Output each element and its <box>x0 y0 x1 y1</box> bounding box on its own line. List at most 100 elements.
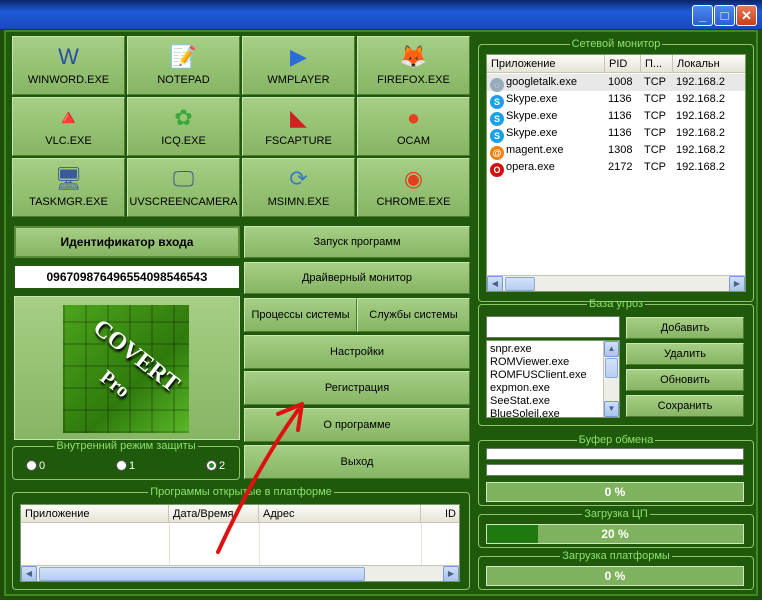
cpu-progress: 20 % <box>486 524 744 544</box>
clipboard-field-2[interactable] <box>486 464 744 476</box>
threat-list[interactable]: snpr.exe ROMViewer.exe ROMFUSClient.exe exp… <box>486 340 620 418</box>
app-button-uvscreencamera[interactable]: 🖵 UVSCREENCAMERA <box>127 158 240 217</box>
add-threat-button[interactable]: Добавить <box>626 317 744 339</box>
network-row[interactable]: S Skype.exe 1136 TCP 192.168.2 <box>487 108 745 126</box>
app-icon: 🖥 <box>54 166 83 191</box>
app-label: ICQ.EXE <box>161 135 206 147</box>
app-button-chrome[interactable]: ◉ CHROME.EXE <box>357 158 470 217</box>
update-threat-button[interactable]: Обновить <box>626 369 744 391</box>
app-button-msimn[interactable]: ⟳ MSIMN.EXE <box>242 158 355 217</box>
login-id-value[interactable]: 09670987649655409854654З <box>14 265 240 289</box>
network-app-name: Skype.exe <box>506 127 558 139</box>
radio-circle <box>26 460 37 471</box>
column-divider <box>169 523 170 567</box>
protection-mode-legend: Внутренний режим защиты <box>56 440 196 452</box>
network-row[interactable]: @ magent.exe 1308 TCP 192.168.2 <box>487 142 745 160</box>
network-row[interactable]: Oopera.exe 2172 TCP 192.168.2 <box>487 159 745 177</box>
network-app-name: googletalk.exe <box>506 76 577 88</box>
network-cell-protocol: TCP <box>644 76 666 88</box>
app-icon: 📝 <box>169 44 198 69</box>
platform-percent: 0 % <box>604 569 626 583</box>
column-divider <box>421 523 422 567</box>
horizontal-scrollbar[interactable]: ◀ ▶ <box>487 275 745 291</box>
cpu-legend: Загрузка ЦП <box>584 508 648 520</box>
app-button-winword[interactable]: W WINWORD.EXE <box>12 36 125 95</box>
scroll-left-icon[interactable]: ◀ <box>21 566 37 581</box>
app-button-vlc[interactable]: 🔺 VLC.EXE <box>12 97 125 156</box>
delete-threat-button[interactable]: Удалить <box>626 343 744 365</box>
app-icon: ◉ <box>403 166 424 191</box>
network-cell-pid: 2172 <box>608 161 633 173</box>
registration-button[interactable]: Регистрация <box>244 371 470 405</box>
launch-programs-button[interactable]: Запуск программ <box>244 226 470 258</box>
close-button[interactable]: ✕ <box>736 5 757 26</box>
scroll-right-icon[interactable]: ▶ <box>443 566 459 581</box>
column-header-app[interactable]: Приложение <box>21 505 169 523</box>
app-button-firefox[interactable]: 🦊 FIREFOX.EXE <box>357 36 470 95</box>
threat-list-item[interactable]: SeeStat.exe <box>490 395 550 408</box>
scroll-thumb[interactable] <box>505 277 535 291</box>
clipboard-legend: Буфер обмена <box>578 434 654 446</box>
vertical-scrollbar[interactable]: ▲ ▼ <box>603 341 619 417</box>
column-header-datetime[interactable]: Дата/Время <box>169 505 259 523</box>
clipboard-field-1[interactable] <box>486 448 744 460</box>
protection-radio-0[interactable]: 0 <box>26 460 45 472</box>
open-programs-table[interactable]: Приложение Дата/Время Адрес ID ◀ ▶ <box>20 504 460 582</box>
app-button-notepad[interactable]: 📝 NOTEPAD <box>127 36 240 95</box>
about-button[interactable]: О программе <box>244 408 470 442</box>
threat-list-item[interactable]: BlueSoleil.exe <box>490 408 560 417</box>
horizontal-scrollbar[interactable]: ◀ ▶ <box>21 565 459 581</box>
network-monitor-table[interactable]: Приложение PID П... Локальн ◌ googletalk.… <box>486 54 746 292</box>
column-header-local[interactable]: Локальн <box>673 55 745 73</box>
network-cell-local: 192.168.2 <box>676 161 725 173</box>
driver-monitor-button[interactable]: Драйверный монитор <box>244 262 470 294</box>
column-header-address[interactable]: Адрес <box>259 505 421 523</box>
scroll-thumb[interactable] <box>605 358 618 378</box>
app-button-ocam[interactable]: ● OCAM <box>357 97 470 156</box>
threat-input[interactable] <box>486 316 620 338</box>
login-id-title: Идентификатор входа <box>14 226 240 258</box>
save-threat-button[interactable]: Сохранить <box>626 395 744 417</box>
app-label: NOTEPAD <box>157 74 210 86</box>
network-cell-pid: 1136 <box>608 127 632 139</box>
app-label: OCAM <box>397 135 430 147</box>
threat-list-item[interactable]: ROMFUSClient.exe <box>490 369 587 382</box>
protection-radio-1[interactable]: 1 <box>116 460 135 472</box>
radio-label: 1 <box>129 460 136 472</box>
threat-list-item[interactable]: snpr.exe <box>490 343 532 356</box>
scroll-thumb[interactable] <box>39 567 365 581</box>
system-processes-button[interactable]: Процессы системы <box>244 298 357 332</box>
scroll-down-icon[interactable]: ▼ <box>604 401 619 417</box>
maximize-button[interactable]: □ <box>714 5 735 26</box>
app-button-wmplayer[interactable]: ▶ WMPLAYER <box>242 36 355 95</box>
app-label: VLC.EXE <box>45 135 92 147</box>
threat-list-item[interactable]: expmon.exe <box>490 382 550 395</box>
system-services-button[interactable]: Службы системы <box>357 298 470 332</box>
column-header-app[interactable]: Приложение <box>487 55 605 73</box>
column-header-pid[interactable]: PID <box>605 55 641 73</box>
clipboard-percent: 0 % <box>604 485 626 499</box>
app-button-icq[interactable]: ✿ ICQ.EXE <box>127 97 240 156</box>
network-app-name: magent.exe <box>506 144 564 156</box>
minimize-button[interactable]: _ <box>692 5 713 26</box>
app-button-taskmgr[interactable]: 🖥 TASKMGR.EXE <box>12 158 125 217</box>
column-header-protocol[interactable]: П... <box>641 55 673 73</box>
threat-list-item[interactable]: ROMViewer.exe <box>490 356 569 369</box>
network-row[interactable]: S Skype.exe 1136 TCP 192.168.2 <box>487 91 745 109</box>
scroll-left-icon[interactable]: ◀ <box>487 276 503 291</box>
network-cell-protocol: TCP <box>644 144 666 156</box>
settings-button[interactable]: Настройки <box>244 335 470 369</box>
network-row[interactable]: S Skype.exe 1136 TCP 192.168.2 <box>487 125 745 143</box>
exit-button[interactable]: Выход <box>244 445 470 479</box>
scroll-right-icon[interactable]: ▶ <box>729 276 745 291</box>
app-button-fscapture[interactable]: ◣ FSCAPTURE <box>242 97 355 156</box>
logo-text-pro: Pro <box>95 365 134 403</box>
network-row[interactable]: ◌ googletalk.exe 1008 TCP 192.168.2 <box>487 74 745 92</box>
app-icon: ◣ <box>290 105 307 130</box>
protection-radio-2[interactable]: 2 <box>206 460 225 472</box>
column-header-id[interactable]: ID <box>421 505 459 523</box>
network-cell-pid: 1308 <box>608 144 633 156</box>
opera-icon: O <box>490 163 504 177</box>
clipboard-progress: 0 % <box>486 482 744 502</box>
scroll-up-icon[interactable]: ▲ <box>604 341 619 357</box>
